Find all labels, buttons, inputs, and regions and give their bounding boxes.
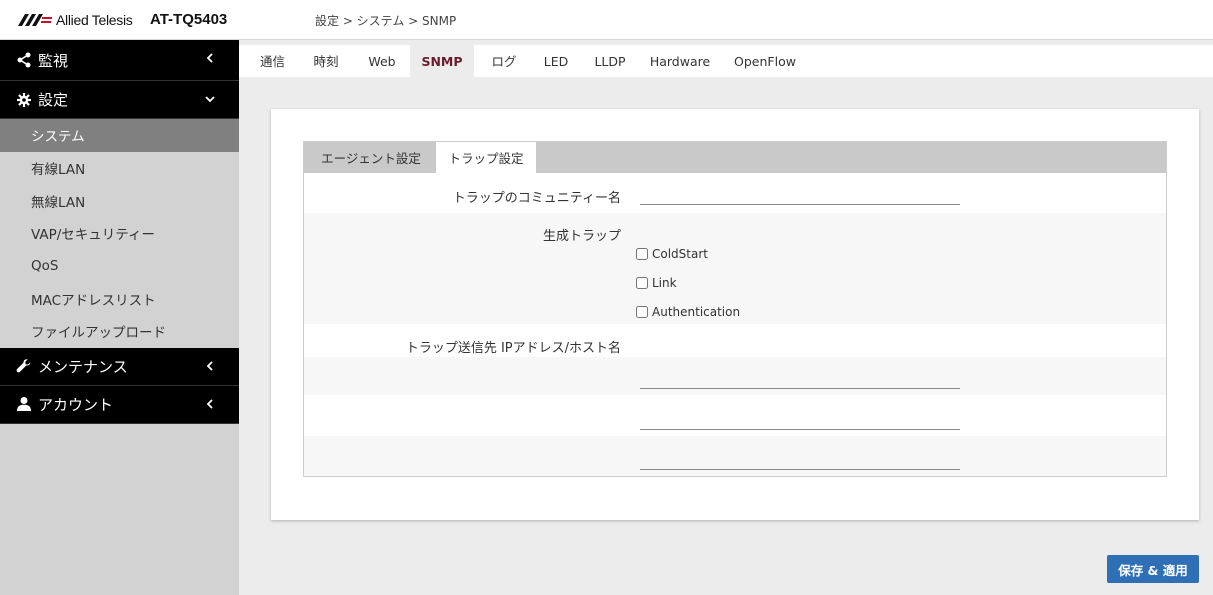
coldstart-checkbox-row[interactable]: ColdStart xyxy=(636,247,708,261)
authentication-checkbox[interactable] xyxy=(636,306,648,318)
tab-communication[interactable]: 通信 xyxy=(249,45,296,77)
sub-tab-bar: エージェント設定 トラップ設定 xyxy=(304,142,1166,173)
sidebar-item-wired-lan[interactable]: 有線LAN xyxy=(0,152,239,185)
generated-traps-label: 生成トラップ xyxy=(542,229,621,244)
trap-host-input-3[interactable] xyxy=(640,450,960,470)
link-label: Link xyxy=(652,276,677,290)
generated-traps-row: 生成トラップ ColdStart Link Authentication xyxy=(304,213,1166,324)
sidebar: 監視 設定 システム 有線LAN 無線LAN VAP/セキュリティー QoS M… xyxy=(0,40,239,595)
trap-settings-panel: エージェント設定 トラップ設定 トラップのコミュニティー名 生成トラップ Col… xyxy=(303,141,1167,477)
brand-name: Allied Telesis xyxy=(56,12,133,28)
trap-host-input-2[interactable] xyxy=(640,410,960,430)
link-checkbox-row[interactable]: Link xyxy=(636,276,677,290)
tab-openflow[interactable]: OpenFlow xyxy=(729,45,801,77)
tab-agent-settings[interactable]: エージェント設定 xyxy=(310,142,432,173)
tab-led[interactable]: LED xyxy=(536,45,576,77)
coldstart-label: ColdStart xyxy=(652,247,708,261)
gear-icon xyxy=(17,92,31,107)
header: Allied Telesis AT-TQ5403 設定 > システム > SNM… xyxy=(0,0,1213,40)
wrench-icon xyxy=(16,359,31,373)
sidebar-item-vap-security[interactable]: VAP/セキュリティー xyxy=(0,217,239,250)
sidebar-item-system[interactable]: システム xyxy=(0,119,239,152)
sidebar-item-file-upload[interactable]: ファイルアップロード xyxy=(0,315,239,348)
sidebar-item-mac-address-list[interactable]: MACアドレスリスト xyxy=(0,282,239,315)
coldstart-checkbox[interactable] xyxy=(636,248,648,260)
trap-host-input-1[interactable] xyxy=(640,369,960,389)
sidebar-section-label: 監視 xyxy=(38,51,69,70)
sidebar-section-maintenance[interactable]: メンテナンス xyxy=(0,347,239,386)
authentication-checkbox-row[interactable]: Authentication xyxy=(636,305,740,319)
trap-host-row xyxy=(304,436,1166,476)
authentication-label: Authentication xyxy=(652,305,741,319)
tab-hardware[interactable]: Hardware xyxy=(644,45,716,77)
save-apply-button[interactable]: 保存 & 適用 xyxy=(1107,555,1199,583)
tab-time[interactable]: 時刻 xyxy=(301,45,351,77)
tab-log[interactable]: ログ xyxy=(479,45,529,77)
tab-lldp[interactable]: LLDP xyxy=(587,45,633,77)
trap-host-row xyxy=(304,357,1166,395)
user-icon xyxy=(17,397,31,412)
community-row: トラップのコミュニティー名 xyxy=(304,173,1166,213)
sidebar-section-label: 設定 xyxy=(38,91,69,109)
community-input[interactable] xyxy=(640,185,960,205)
sidebar-item-qos[interactable]: QoS xyxy=(0,250,239,283)
trap-host-label-row: トラップ送信先 IPアドレス/ホスト名 xyxy=(304,324,1166,357)
chevron-down-icon xyxy=(205,96,215,103)
settings-card: エージェント設定 トラップ設定 トラップのコミュニティー名 生成トラップ Col… xyxy=(271,109,1199,520)
brand-logo: Allied Telesis xyxy=(18,12,133,28)
tab-snmp[interactable]: SNMP xyxy=(410,45,474,77)
sidebar-section-settings[interactable]: 設定 xyxy=(0,81,239,119)
chevron-left-icon xyxy=(206,399,213,409)
sidebar-section-monitor[interactable]: 監視 xyxy=(0,40,239,81)
tab-trap-settings[interactable]: トラップ設定 xyxy=(436,142,536,173)
allied-telesis-logo-icon xyxy=(18,14,52,26)
sidebar-item-wireless-lan[interactable]: 無線LAN xyxy=(0,184,239,217)
sidebar-section-account[interactable]: アカウント xyxy=(0,385,239,424)
tab-web[interactable]: Web xyxy=(357,45,407,77)
model-name: AT-TQ5403 xyxy=(150,11,228,28)
trap-host-row xyxy=(304,395,1166,436)
breadcrumb: 設定 > システム > SNMP xyxy=(315,14,457,28)
sidebar-section-label: メンテナンス xyxy=(38,357,128,376)
link-checkbox[interactable] xyxy=(636,277,648,289)
top-tab-bar: 通信 時刻 Web SNMP ログ LED LLDP Hardware Open… xyxy=(239,45,1213,77)
trap-host-label: トラップ送信先 IPアドレス/ホスト名 xyxy=(405,341,621,356)
community-label: トラップのコミュニティー名 xyxy=(452,191,621,206)
chevron-left-icon xyxy=(206,53,213,63)
sidebar-section-label: アカウント xyxy=(38,395,114,414)
chevron-left-icon xyxy=(206,361,213,371)
share-icon xyxy=(17,52,31,68)
